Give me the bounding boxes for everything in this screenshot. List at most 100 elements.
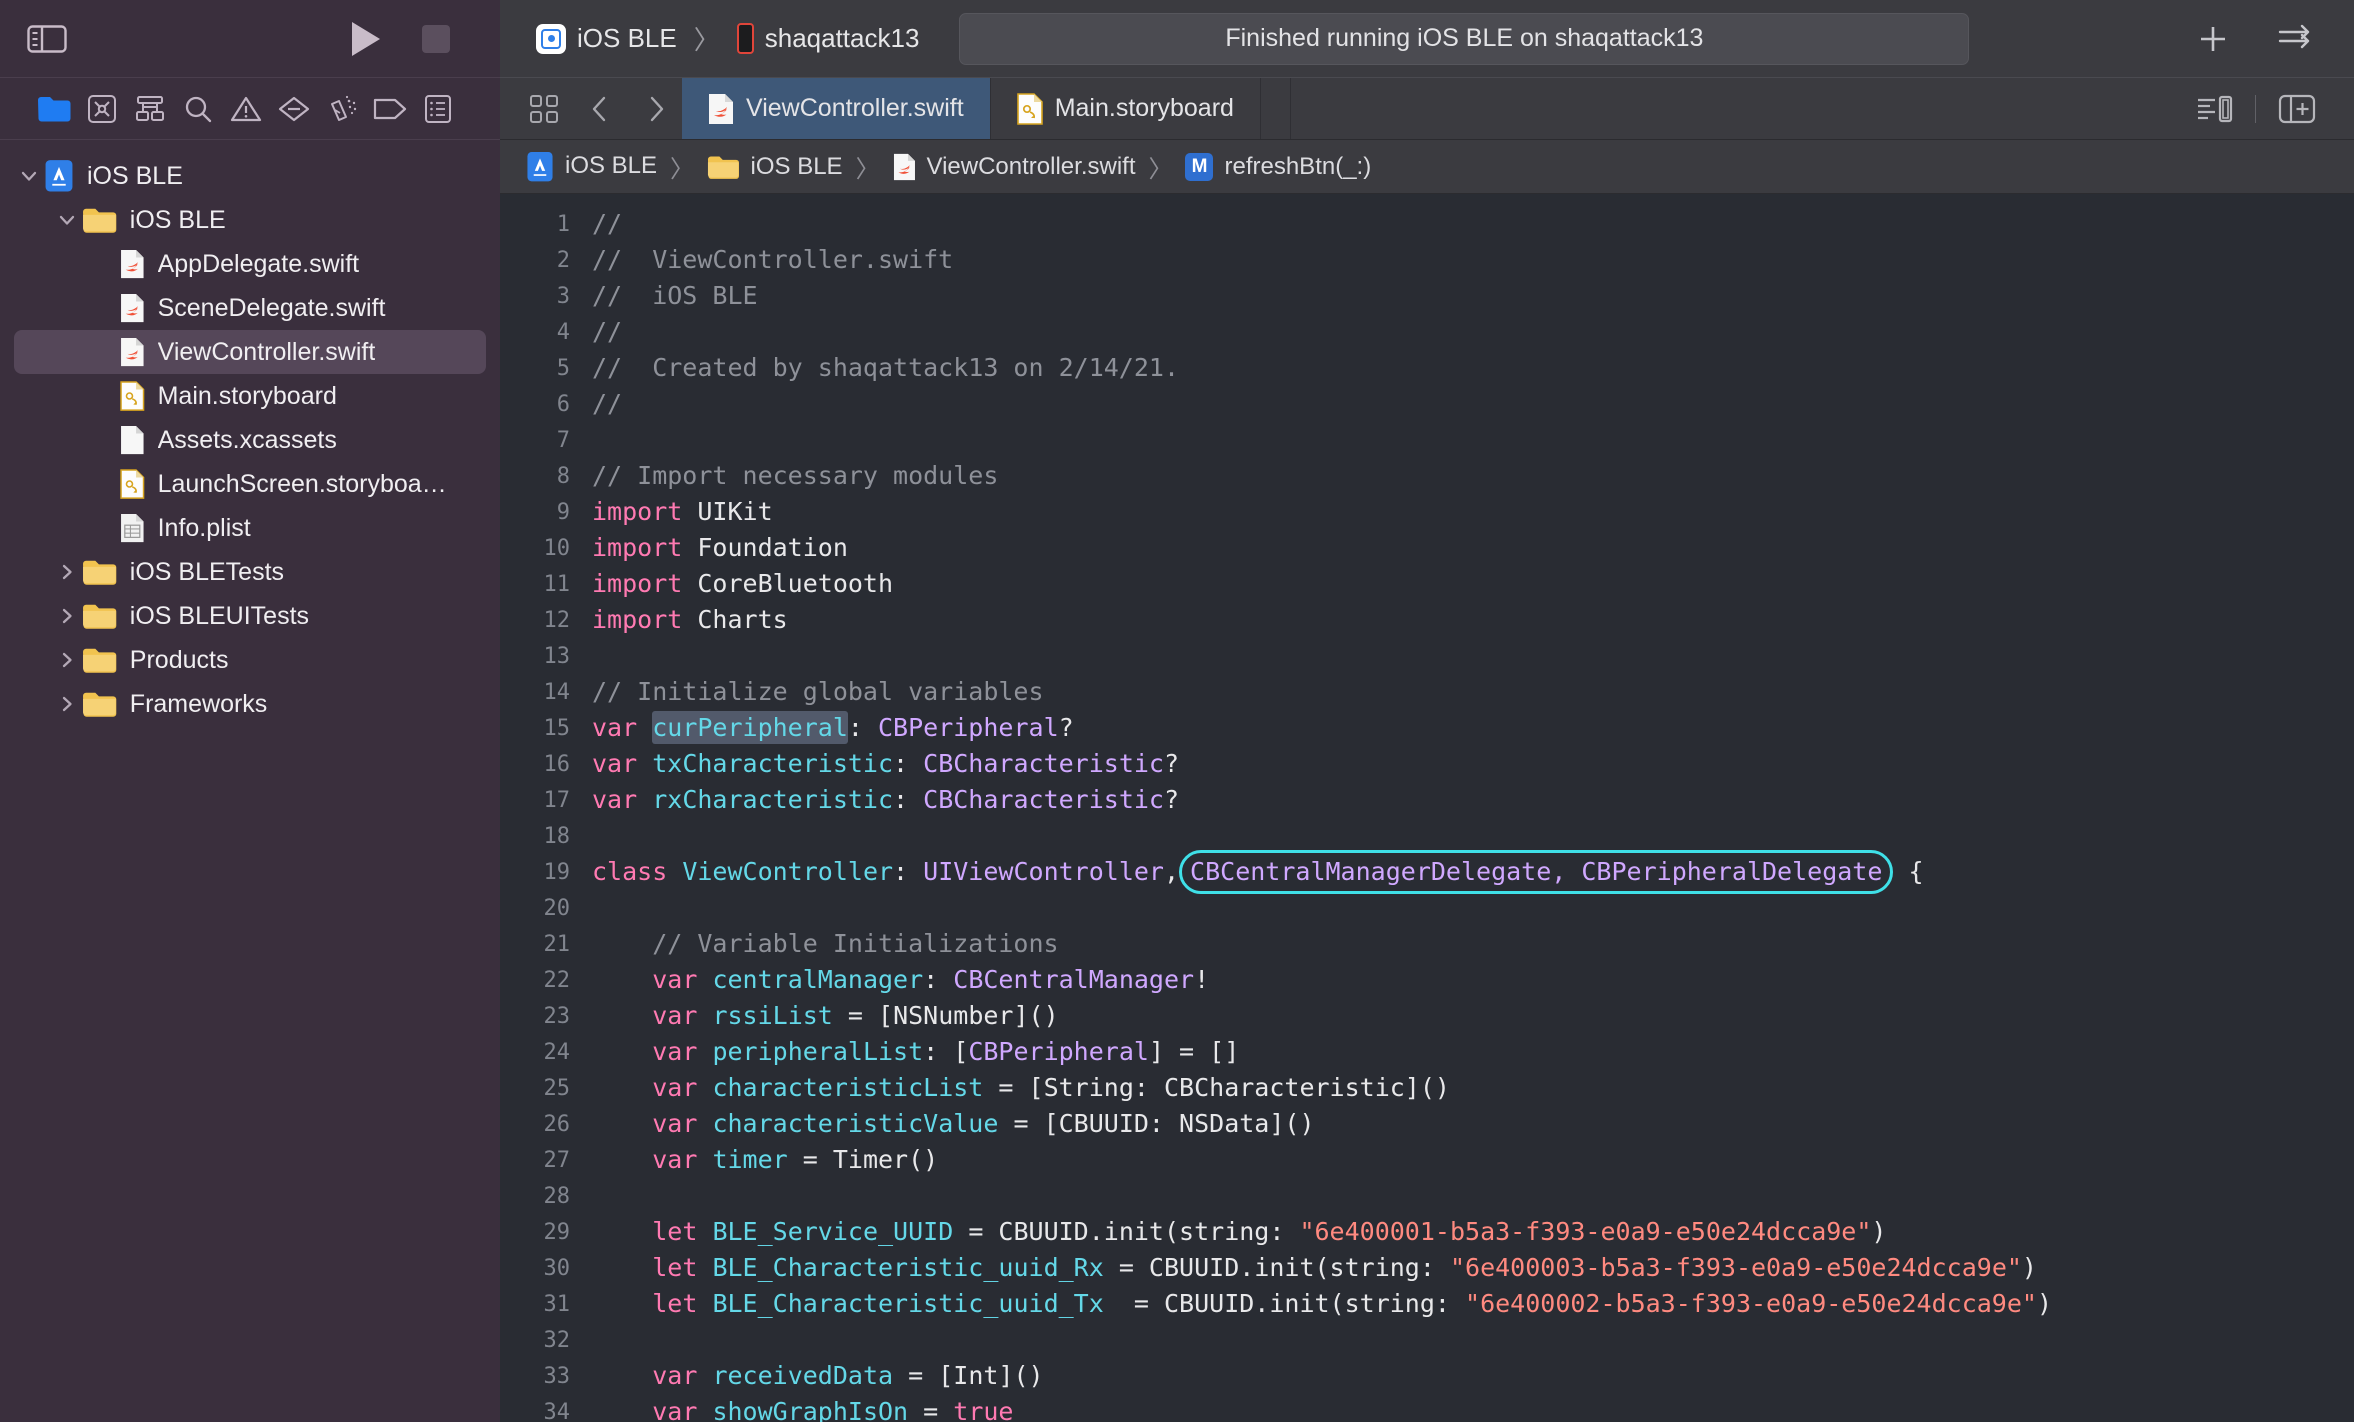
breadcrumb-label: refreshBtn(_:) bbox=[1224, 152, 1372, 180]
stop-icon[interactable] bbox=[422, 24, 450, 53]
navigator-item[interactable]: ViewController.swift bbox=[14, 330, 486, 374]
code-token: CBPeripheral bbox=[878, 713, 1059, 742]
navigator-item[interactable]: Assets.xcassets bbox=[14, 418, 486, 462]
navigator-item[interactable]: AppDelegate.swift bbox=[14, 242, 486, 286]
line-number: 3 bbox=[556, 283, 570, 309]
code-text: let BLE_Characteristic_uuid_Rx = CBUUID.… bbox=[592, 1250, 2037, 1286]
plus-icon[interactable] bbox=[2196, 22, 2230, 56]
breadcrumb-item[interactable]: ViewController.swift bbox=[893, 152, 1136, 181]
breadcrumb-separator: 〉 bbox=[1148, 156, 1173, 183]
code-text: var rxCharacteristic: CBCharacteristic? bbox=[592, 782, 1179, 818]
hierarchy-icon[interactable] bbox=[126, 89, 174, 129]
code-line: 1 // bbox=[500, 206, 2354, 242]
navigator-item[interactable]: Frameworks bbox=[14, 682, 486, 726]
swap-arrows-icon[interactable] bbox=[2276, 24, 2316, 54]
code-token: ? bbox=[1163, 785, 1180, 814]
line-number: 26 bbox=[543, 1111, 571, 1137]
test-diamond-icon[interactable] bbox=[270, 89, 318, 129]
swift-file-icon bbox=[120, 337, 145, 367]
destination-button[interactable]: shaqattack13 bbox=[731, 23, 926, 54]
chevron-left-icon[interactable] bbox=[574, 85, 626, 133]
chevron-right-icon[interactable] bbox=[52, 649, 82, 671]
code-token: import bbox=[592, 605, 683, 634]
chevron-down-icon[interactable] bbox=[14, 165, 44, 187]
spray-can-icon[interactable] bbox=[318, 89, 366, 129]
line-number: 6 bbox=[556, 391, 570, 417]
breadcrumb-separator: 〉 bbox=[855, 156, 880, 183]
code-token: CBPeripheral bbox=[968, 1037, 1149, 1066]
line-number: 14 bbox=[543, 679, 571, 705]
breadcrumb-label: ViewController.swift bbox=[926, 152, 1136, 180]
report-list-icon[interactable] bbox=[414, 89, 462, 129]
run-controls bbox=[352, 21, 450, 56]
code-token: "6e400001-b5a3-f393-e0a9-e50e24dcca9e" bbox=[1299, 1217, 1872, 1246]
xcode-project-icon bbox=[526, 151, 554, 182]
tab-viewcontroller-swift[interactable]: ViewController.swift bbox=[682, 78, 991, 139]
navigator-item[interactable]: LaunchScreen.storyboa… bbox=[14, 462, 486, 506]
code-text: // Initialize global variables bbox=[592, 674, 1044, 710]
navigator-item[interactable]: Main.storyboard bbox=[14, 374, 486, 418]
code-token: var bbox=[592, 785, 638, 814]
code-line: 31 let BLE_Characteristic_uuid_Tx = CBUU… bbox=[500, 1286, 2354, 1322]
code-line: 30 let BLE_Characteristic_uuid_Rx = CBUU… bbox=[500, 1250, 2354, 1286]
code-token: = [CBUUID: NSData]() bbox=[998, 1109, 1315, 1138]
navigator-item[interactable]: iOS BLETests bbox=[14, 550, 486, 594]
warning-triangle-icon[interactable] bbox=[222, 89, 270, 129]
play-icon[interactable] bbox=[352, 21, 380, 56]
breadcrumb-item[interactable]: iOS BLE bbox=[707, 153, 843, 181]
code-token: var bbox=[592, 713, 638, 742]
code-editor[interactable]: 1 // 2 // ViewController.swift 3 // iOS BLE 4 /… bbox=[500, 194, 2354, 1422]
code-token: : [ bbox=[923, 1037, 969, 1066]
editor-options-icon[interactable] bbox=[518, 85, 570, 133]
code-token: : bbox=[923, 965, 954, 994]
chevron-down-icon[interactable] bbox=[52, 209, 82, 231]
code-token: = Timer() bbox=[787, 1145, 939, 1174]
code-token: var bbox=[652, 1001, 698, 1030]
tab-bar-filler bbox=[1261, 78, 1291, 139]
chevron-right-icon[interactable] bbox=[52, 561, 82, 583]
navigator-item[interactable]: iOS BLEUITests bbox=[14, 594, 486, 638]
folder-icon[interactable] bbox=[30, 89, 78, 129]
add-editor-icon[interactable] bbox=[2266, 85, 2328, 133]
search-icon[interactable] bbox=[174, 89, 222, 129]
code-token: : bbox=[893, 785, 924, 814]
chevron-right-icon[interactable] bbox=[52, 693, 82, 715]
code-token: CBCharacteristic bbox=[923, 785, 1164, 814]
breadcrumb-item[interactable]: MrefreshBtn(_:) bbox=[1185, 152, 1372, 181]
navigator-item-label: AppDelegate.swift bbox=[157, 249, 360, 278]
code-line: 9 import UIKit bbox=[500, 494, 2354, 530]
line-number: 31 bbox=[543, 1291, 571, 1317]
code-line: 15 var curPeripheral: CBPeripheral? bbox=[500, 710, 2354, 746]
navigator-item[interactable]: iOS BLE bbox=[14, 154, 486, 198]
code-token: "6e400002-b5a3-f393-e0a9-e50e24dcca9e" bbox=[1465, 1289, 2037, 1318]
navigator-item[interactable]: iOS BLE bbox=[14, 198, 486, 242]
code-line: 6 // bbox=[500, 386, 2354, 422]
tag-icon[interactable] bbox=[366, 89, 414, 129]
breadcrumb-item[interactable]: iOS BLE bbox=[526, 151, 657, 182]
code-line: 2 // ViewController.swift bbox=[500, 242, 2354, 278]
navigator-item[interactable]: Info.plist bbox=[14, 506, 486, 550]
code-line: 21 // Variable Initializations bbox=[500, 926, 2354, 962]
activity-status-bar[interactable]: Finished running iOS BLE on shaqattack13 bbox=[959, 12, 1970, 65]
chevron-right-icon[interactable] bbox=[630, 85, 682, 133]
code-line: 34 var showGraphIsOn = true bbox=[500, 1394, 2354, 1422]
navigator-item[interactable]: SceneDelegate.swift bbox=[14, 286, 486, 330]
line-number: 4 bbox=[556, 319, 570, 345]
chevron-right-icon[interactable] bbox=[52, 605, 82, 627]
line-number: 9 bbox=[556, 499, 570, 525]
tab-main-storyboard[interactable]: Main.storyboard bbox=[991, 78, 1261, 139]
scheme-button[interactable]: iOS BLE bbox=[530, 23, 683, 54]
source-control-icon[interactable] bbox=[78, 89, 126, 129]
navigator-item[interactable]: Products bbox=[14, 638, 486, 682]
line-number: 10 bbox=[543, 535, 571, 561]
code-token: // Created by shaqattack13 on 2/14/21. bbox=[592, 353, 1179, 382]
sidebar-toggle-icon[interactable] bbox=[24, 19, 70, 59]
minimap-icon[interactable] bbox=[2183, 85, 2245, 133]
code-token: Foundation bbox=[682, 533, 848, 562]
main-toolbar: iOS BLE 〉 shaqattack13 Finished running … bbox=[0, 0, 2354, 78]
